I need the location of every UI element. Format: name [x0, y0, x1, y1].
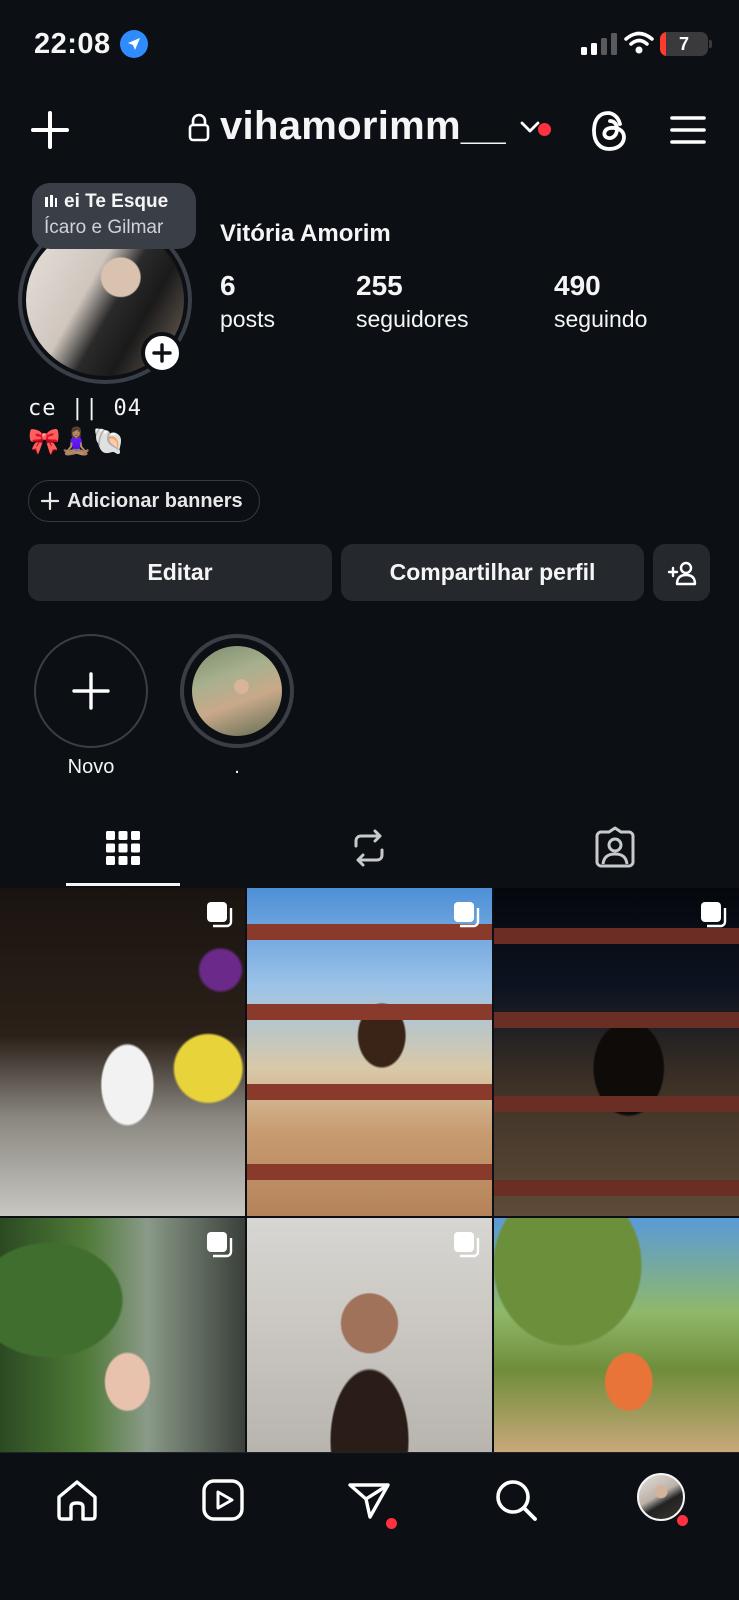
stat-posts[interactable]: 6 posts [220, 270, 275, 333]
battery-icon: 7 [660, 32, 708, 56]
music-bars-icon [45, 195, 57, 207]
highlight-label-new: Novo [67, 756, 115, 778]
add-banners-label: Adicionar banners [67, 489, 243, 512]
plus-icon[interactable] [30, 110, 70, 150]
threads-icon[interactable] [590, 110, 630, 152]
grid-icon[interactable] [101, 826, 145, 870]
add-story-button[interactable] [141, 332, 183, 374]
stat-followers[interactable]: 255 seguidores [356, 270, 469, 333]
profile-notification-dot [677, 1515, 688, 1526]
status-bar: 22:08 7 [0, 0, 739, 90]
carousel-icon [207, 1232, 233, 1258]
highlight-label: . [234, 756, 240, 778]
stat-following[interactable]: 490 seguindo [554, 270, 647, 333]
post-thumbnail[interactable] [247, 1218, 492, 1452]
post-thumbnail[interactable] [0, 1218, 245, 1452]
post-thumbnail[interactable] [494, 1218, 739, 1452]
bottom-nav [0, 1452, 739, 1600]
profile-username: vihamorimm__ [220, 104, 506, 148]
home-icon[interactable] [54, 1477, 100, 1523]
add-banners-button[interactable]: Adicionar banners [28, 480, 260, 522]
notification-dot [538, 123, 551, 136]
location-arrow-icon [120, 30, 148, 58]
post-thumbnail[interactable] [0, 888, 245, 1216]
note-artist: Ícaro e Gilmar [44, 217, 164, 238]
add-person-icon [667, 561, 696, 585]
menu-icon[interactable] [670, 114, 706, 146]
chevron-down-icon [520, 121, 540, 132]
bio-line: ce || 04 [28, 396, 142, 421]
plus-icon [72, 672, 110, 710]
edit-profile-button[interactable]: Editar [28, 544, 332, 601]
carousel-icon [454, 902, 480, 928]
direct-notification-dot [386, 1518, 397, 1529]
stat-posts-label: posts [220, 306, 275, 332]
posts-grid [0, 888, 739, 1452]
stat-following-value: 490 [554, 270, 601, 301]
account-switcher[interactable]: vihamorimm__ [188, 104, 540, 149]
tagged-icon[interactable] [593, 826, 637, 870]
highlight-cover[interactable] [192, 646, 282, 736]
post-thumbnail[interactable] [494, 888, 739, 1216]
direct-icon[interactable] [346, 1477, 392, 1523]
active-tab-indicator [66, 883, 180, 886]
post-thumbnail[interactable] [247, 888, 492, 1216]
search-icon[interactable] [493, 1477, 539, 1523]
carousel-icon [454, 1232, 480, 1258]
status-time: 22:08 [34, 28, 111, 60]
stat-followers-label: seguidores [356, 306, 469, 332]
discover-people-button[interactable] [653, 544, 710, 601]
note-bubble[interactable]: ei Te Esque Ícaro e Gilmar [32, 183, 196, 249]
wifi-icon [624, 31, 654, 54]
cellular-signal-icon [581, 33, 617, 55]
stat-followers-value: 255 [356, 270, 403, 301]
battery-level: 7 [678, 33, 689, 54]
reposts-icon[interactable] [347, 826, 391, 870]
carousel-icon [701, 902, 727, 928]
new-highlight-button[interactable] [34, 634, 148, 748]
carousel-icon [207, 902, 233, 928]
bio-emojis: 🎀🧘🏽‍♀️🐚 [28, 426, 126, 456]
plus-small-icon [41, 492, 59, 510]
share-profile-button[interactable]: Compartilhar perfil [341, 544, 644, 601]
stat-following-label: seguindo [554, 306, 648, 332]
profile-full-name: Vitória Amorim [220, 220, 391, 247]
lock-icon [188, 113, 210, 141]
stat-posts-value: 6 [220, 270, 236, 301]
note-song: ei Te Esque [64, 191, 169, 212]
reels-icon[interactable] [200, 1477, 246, 1523]
profile-avatar[interactable] [637, 1473, 685, 1521]
